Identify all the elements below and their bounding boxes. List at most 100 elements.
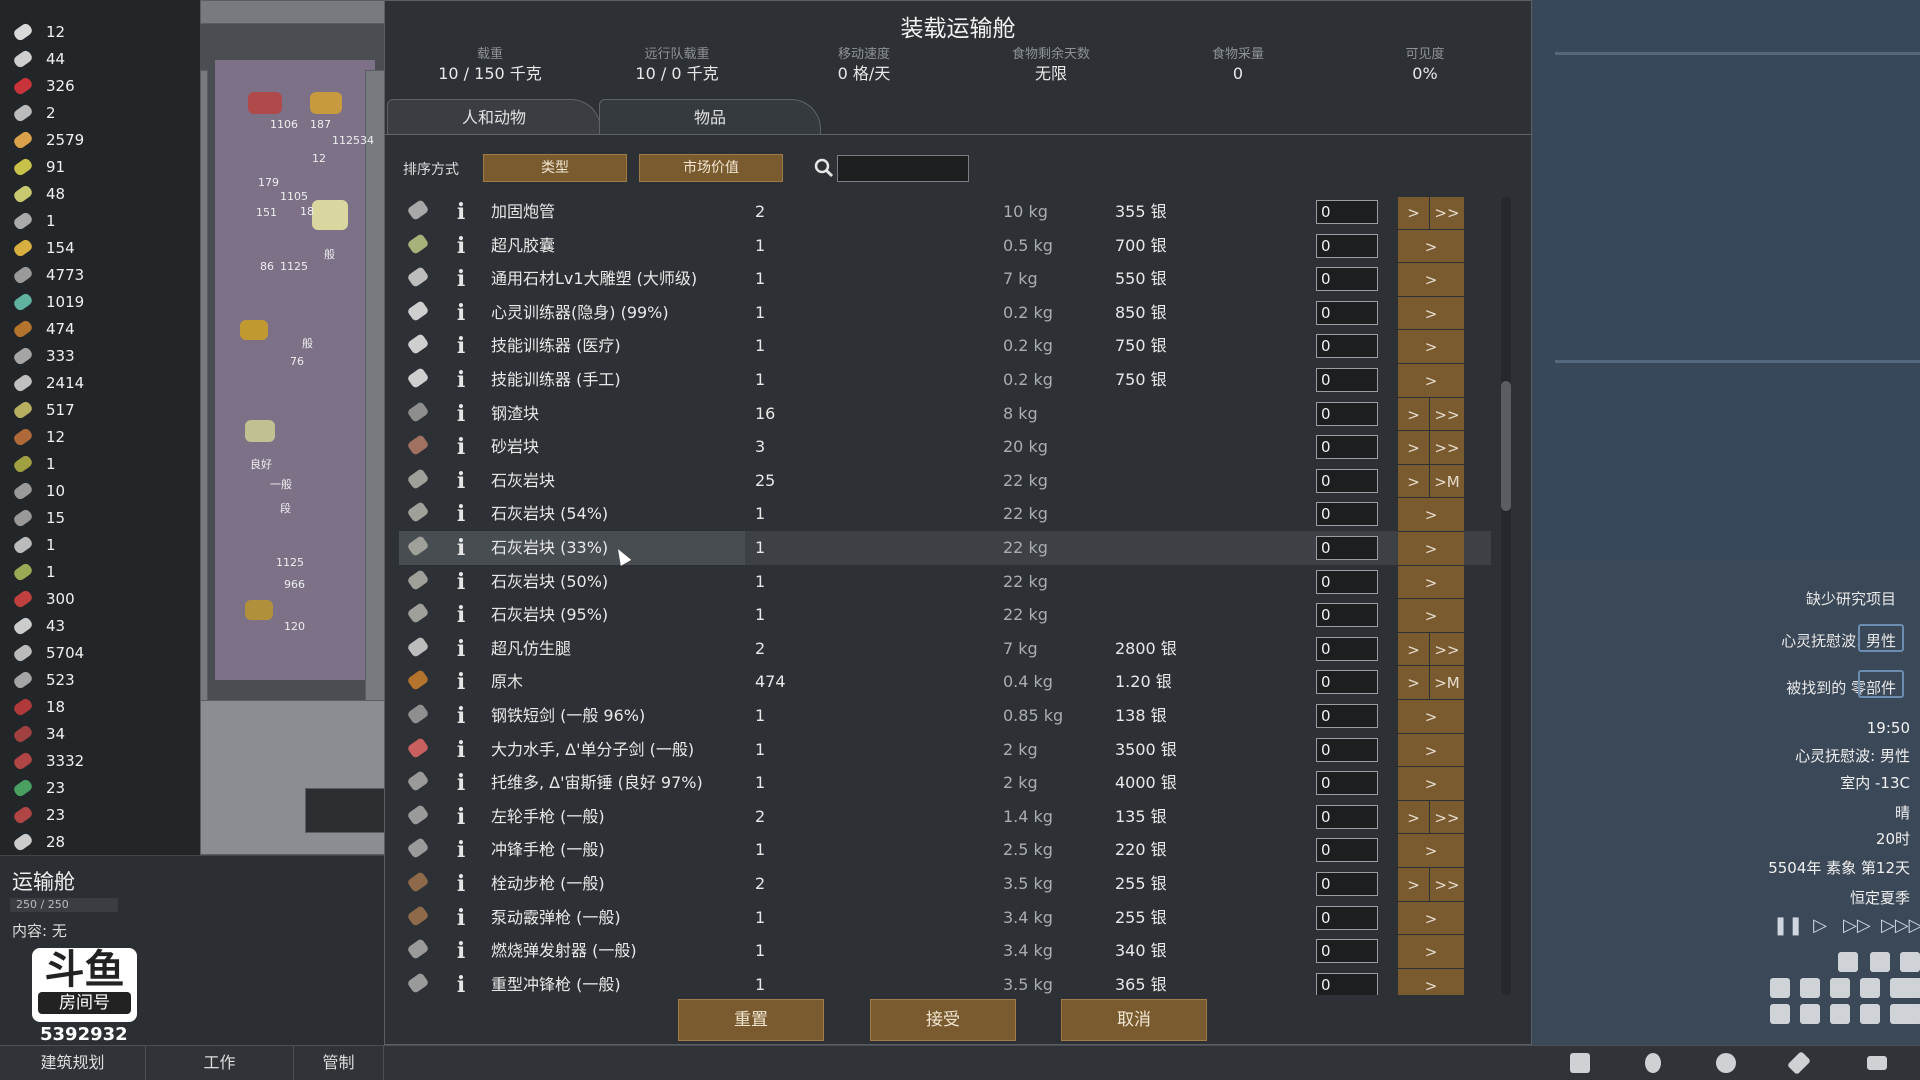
info-icon[interactable]: i xyxy=(453,368,469,392)
add-one-button[interactable]: > xyxy=(1398,295,1464,330)
play-icon[interactable]: ▷ xyxy=(1809,916,1831,936)
item-row[interactable]: i 技能训练器 (医疗) 1 0.2 kg 750 银 0 > xyxy=(399,329,1491,364)
overlay-icon-7[interactable] xyxy=(1860,978,1882,1000)
transfer-count-field[interactable]: 0 xyxy=(1316,771,1378,796)
resource-row[interactable]: 2 xyxy=(0,99,200,126)
transfer-count-field[interactable]: 0 xyxy=(1316,838,1378,863)
resource-row[interactable]: 34 xyxy=(0,720,200,747)
map-view[interactable]: 1106 187 1125 34 12 179 1105 18 151 86 1125 般 76 般良好一… xyxy=(200,0,385,855)
info-icon[interactable]: i xyxy=(453,267,469,291)
pause-icon[interactable]: ❚❚ xyxy=(1773,916,1803,936)
search-input[interactable] xyxy=(837,155,969,182)
add-one-button[interactable]: > xyxy=(1398,363,1464,397)
transfer-count-field[interactable]: 0 xyxy=(1316,536,1378,560)
add-one-button[interactable]: > xyxy=(1398,598,1464,632)
transfer-count-field[interactable]: 0 xyxy=(1316,368,1378,392)
add-one-button[interactable]: > xyxy=(1398,799,1430,834)
resource-row[interactable]: 48 xyxy=(0,180,200,207)
cancel-button[interactable]: 取消 xyxy=(1061,999,1207,1041)
resource-row[interactable]: 333 xyxy=(0,342,200,369)
add-one-button[interactable]: > xyxy=(1398,732,1464,767)
world-map-view[interactable] xyxy=(1532,0,1920,560)
overlay-icon-2[interactable] xyxy=(1870,952,1892,974)
overlay-icon-12[interactable] xyxy=(1860,1004,1882,1026)
info-icon[interactable]: i xyxy=(453,973,469,995)
item-row[interactable]: i 左轮手枪 (一般) 2 1.4 kg 135 银 0 > >> xyxy=(399,799,1491,834)
fast-icon[interactable]: ▷▷ xyxy=(1843,916,1871,936)
item-row[interactable]: i 燃烧弹发射器 (一般) 1 3.4 kg 340 银 0 > xyxy=(399,934,1491,969)
transfer-count-field[interactable]: 0 xyxy=(1316,468,1378,493)
info-icon[interactable]: i xyxy=(453,738,469,762)
add-one-button[interactable]: > xyxy=(1398,531,1464,565)
resource-row[interactable]: 2579 xyxy=(0,126,200,153)
transfer-count-field[interactable]: 0 xyxy=(1316,267,1378,292)
tab-restrict[interactable]: 管制 xyxy=(294,1046,384,1080)
add-one-button[interactable]: > xyxy=(1398,766,1464,800)
item-row[interactable]: i 心灵训练器(隐身) (99%) 1 0.2 kg 850 银 0 > xyxy=(399,295,1491,330)
transfer-count-field[interactable]: 0 xyxy=(1316,200,1378,224)
menu-icon[interactable] xyxy=(1850,1050,1904,1076)
item-row[interactable]: i 冲锋手枪 (一般) 1 2.5 kg 220 银 0 > xyxy=(399,833,1491,868)
tab-work[interactable]: 工作 xyxy=(146,1046,294,1080)
research-icon[interactable] xyxy=(1626,1050,1680,1076)
add-one-button[interactable]: > xyxy=(1398,934,1464,968)
transfer-count-field[interactable]: 0 xyxy=(1316,704,1378,728)
transfer-count-field[interactable]: 0 xyxy=(1316,435,1378,460)
transfer-count-field[interactable]: 0 xyxy=(1316,636,1378,661)
transfer-count-field[interactable]: 0 xyxy=(1316,905,1378,930)
overlay-icon-5[interactable] xyxy=(1800,978,1822,1000)
add-one-button[interactable]: > xyxy=(1398,900,1464,935)
resource-row[interactable]: 3332 xyxy=(0,747,200,774)
item-row[interactable]: i 石灰岩块 (95%) 1 22 kg 0 > xyxy=(399,598,1491,633)
item-row[interactable]: i 栓动步枪 (一般) 2 3.5 kg 255 银 0 > >> xyxy=(399,867,1491,901)
resource-row[interactable]: 28 xyxy=(0,828,200,855)
resource-row[interactable]: 300 xyxy=(0,585,200,612)
info-icon[interactable]: i xyxy=(453,771,469,795)
item-row[interactable]: i 钢渣块 16 8 kg 0 > >> xyxy=(399,396,1491,431)
info-icon[interactable]: i xyxy=(453,301,469,325)
add-one-button[interactable]: > xyxy=(1398,497,1464,531)
scrollbar-thumb[interactable] xyxy=(1501,381,1511,511)
resource-row[interactable]: 44 xyxy=(0,45,200,72)
resource-row[interactable]: 326 xyxy=(0,72,200,99)
add-all-button[interactable]: >> xyxy=(1430,396,1464,431)
person-icon[interactable] xyxy=(1699,1050,1753,1076)
add-one-button[interactable]: > xyxy=(1398,396,1430,431)
add-one-button[interactable]: > xyxy=(1398,564,1464,599)
item-row[interactable]: i 石灰岩块 25 22 kg 0 > >M xyxy=(399,463,1491,498)
info-icon[interactable]: i xyxy=(453,637,469,661)
scrollbar-track[interactable] xyxy=(1501,197,1511,995)
add-one-button[interactable]: > xyxy=(1398,228,1464,263)
add-one-button[interactable]: > xyxy=(1398,463,1430,498)
info-icon[interactable]: i xyxy=(453,570,469,594)
resource-row[interactable]: 1 xyxy=(0,450,200,477)
info-icon[interactable]: i xyxy=(453,469,469,493)
add-one-button[interactable]: > xyxy=(1398,665,1430,700)
info-icon[interactable]: i xyxy=(453,805,469,829)
add-one-button[interactable]: > xyxy=(1398,262,1464,296)
transfer-count-field[interactable]: 0 xyxy=(1316,972,1378,995)
resource-row[interactable]: 12 xyxy=(0,423,200,450)
tab-architect[interactable]: 建筑规划 xyxy=(0,1046,146,1080)
overlay-icon-1[interactable] xyxy=(1838,952,1860,974)
overlay-icon-14[interactable] xyxy=(1902,978,1920,1000)
tab-items[interactable]: 物品 xyxy=(599,99,821,135)
sort-by-value-button[interactable]: 市场价值 xyxy=(639,154,783,182)
overlay-icon-3[interactable] xyxy=(1900,952,1920,974)
overlay-icon-15[interactable] xyxy=(1902,1004,1920,1026)
overlay-icon-9[interactable] xyxy=(1770,1004,1792,1026)
info-icon[interactable]: i xyxy=(453,435,469,459)
info-icon[interactable]: i xyxy=(453,704,469,728)
overlay-icon-6[interactable] xyxy=(1830,978,1852,1000)
transfer-count-field[interactable]: 0 xyxy=(1316,804,1378,829)
add-all-button[interactable]: >> xyxy=(1430,631,1464,666)
architect-icon[interactable] xyxy=(1553,1050,1607,1076)
transfer-count-field[interactable]: 0 xyxy=(1316,401,1378,426)
info-icon[interactable]: i xyxy=(453,502,469,526)
item-row[interactable]: i 技能训练器 (手工) 1 0.2 kg 750 银 0 > xyxy=(399,363,1491,397)
info-icon[interactable]: i xyxy=(453,402,469,426)
item-row[interactable]: i 超凡胶囊 1 0.5 kg 700 银 0 > xyxy=(399,228,1491,263)
resource-row[interactable]: 1 xyxy=(0,558,200,585)
resource-row[interactable]: 474 xyxy=(0,315,200,342)
overlay-icon-11[interactable] xyxy=(1830,1004,1852,1026)
